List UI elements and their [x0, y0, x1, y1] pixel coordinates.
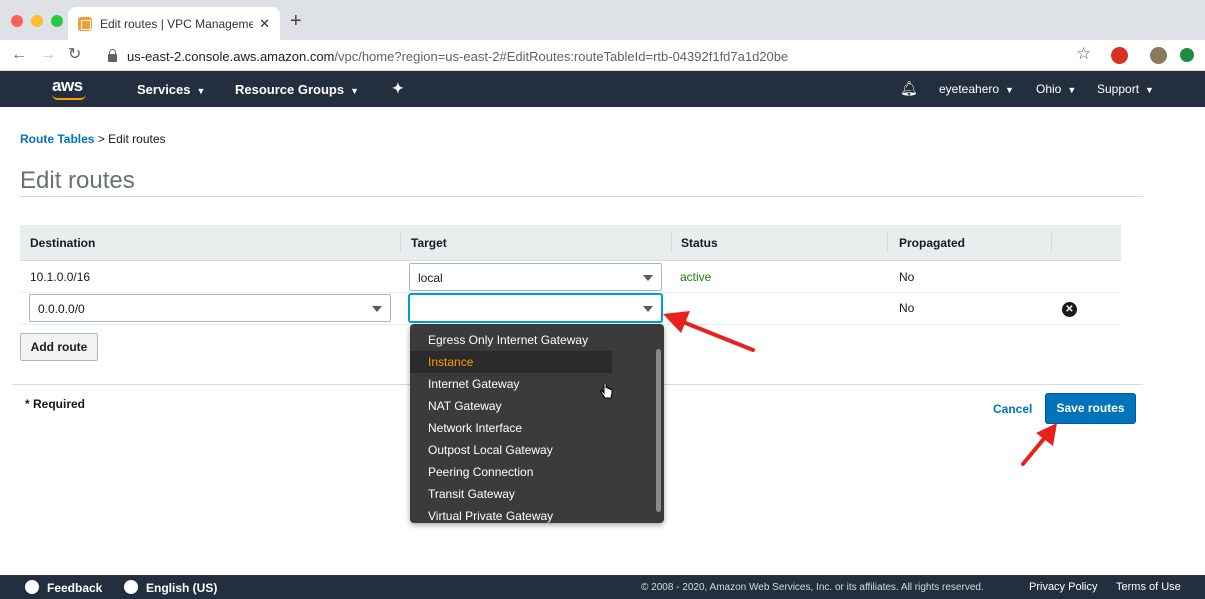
globe-icon [124, 580, 138, 594]
dropdown-option-virtual-private-gateway[interactable]: Virtual Private Gateway [410, 505, 612, 523]
column-divider [671, 233, 672, 253]
route-destination: 10.1.0.0/16 [30, 270, 91, 284]
aws-console-header: aws Services ▼ Resource Groups ▼ ✦ 🔔︎ eyet… [0, 71, 1205, 107]
profile-avatar-icon[interactable] [1150, 47, 1167, 64]
breadcrumb-separator: > [97, 132, 105, 146]
aws-logo-smile-icon [52, 94, 86, 100]
routes-table-header: Destination Target Status Propagated [20, 225, 1121, 261]
maximize-window-button[interactable] [51, 15, 63, 27]
feedback-link[interactable]: Feedback [25, 580, 102, 595]
services-menu[interactable]: Services ▼ [137, 82, 205, 97]
new-tab-button[interactable]: + [290, 11, 302, 31]
adblock-extension-icon[interactable] [1111, 47, 1128, 64]
column-header-propagated: Propagated [899, 236, 966, 250]
chevron-down-icon: ▼ [1005, 85, 1014, 95]
copyright-text: © 2008 - 2020, Amazon Web Services, Inc.… [641, 582, 984, 593]
account-menu[interactable]: eyeteahero ▼ [939, 82, 1014, 96]
forward-arrow-icon[interactable]: → [40, 45, 56, 65]
tab-close-icon[interactable]: ✕ [259, 16, 270, 32]
privacy-policy-link[interactable]: Privacy Policy [1029, 581, 1097, 593]
browser-tab-bar: Edit routes | VPC Management ✕ + [0, 0, 1205, 40]
lock-icon [108, 49, 117, 62]
browser-nav-bar: ← → ↻ us-east-2.console.aws.amazon.com/v… [0, 40, 1205, 71]
chevron-down-icon: ▼ [196, 86, 206, 96]
column-divider [1051, 233, 1052, 253]
dropdown-option-instance[interactable]: Instance [410, 351, 612, 373]
save-arrow-icon [1021, 423, 1057, 466]
dropdown-option-internet-gateway[interactable]: Internet Gateway [410, 373, 612, 395]
resource-groups-menu[interactable]: Resource Groups ▼ [235, 82, 359, 97]
destination-input[interactable]: 0.0.0.0/0 [29, 294, 391, 322]
address-bar[interactable]: us-east-2.console.aws.amazon.com/vpc/hom… [98, 43, 1108, 69]
target-select-value: local [418, 271, 443, 285]
dropdown-scrollbar[interactable] [656, 349, 661, 512]
title-divider [20, 196, 1143, 197]
region-menu[interactable]: Ohio ▼ [1036, 82, 1076, 96]
add-route-button[interactable]: Add route [20, 333, 98, 361]
status-badge: active [680, 270, 712, 284]
target-select[interactable] [409, 294, 662, 322]
browser-tab[interactable]: Edit routes | VPC Management ✕ [68, 7, 280, 40]
dropdown-option-outpost-local-gateway[interactable]: Outpost Local Gateway [410, 439, 612, 461]
chat-bubble-icon [25, 580, 39, 594]
minimize-window-button[interactable] [31, 15, 43, 27]
breadcrumb-route-tables-link[interactable]: Route Tables [20, 132, 94, 146]
chevron-down-icon: ▼ [1145, 85, 1154, 95]
column-header-status: Status [681, 236, 718, 250]
console-footer: Feedback English (US) © 2008 - 2020, Ama… [0, 575, 1205, 599]
bookmark-star-icon[interactable]: ☆ [1076, 44, 1091, 64]
chevron-down-icon: ▼ [1067, 85, 1077, 95]
chevron-down-icon: ▼ [350, 86, 360, 96]
reload-icon[interactable]: ↻ [68, 45, 81, 65]
route-propagated: No [899, 270, 915, 284]
target-dropdown-menu: Egress Only Internet Gateway Instance In… [410, 324, 664, 523]
breadcrumb: Route Tables > Edit routes [20, 132, 166, 146]
save-routes-button[interactable]: Save routes [1046, 394, 1135, 423]
page-title: Edit routes [20, 167, 135, 194]
column-divider [400, 233, 401, 253]
language-selector[interactable]: English (US) [124, 580, 217, 595]
tab-title: Edit routes | VPC Management [100, 16, 254, 31]
required-note: * Required [25, 397, 86, 411]
target-select[interactable]: local [409, 263, 662, 291]
notification-bell-icon[interactable]: 🔔︎ [900, 80, 918, 97]
column-header-destination: Destination [30, 236, 96, 250]
terms-of-use-link[interactable]: Terms of Use [1116, 581, 1181, 593]
caret-down-icon [643, 306, 653, 312]
route-propagated: No [899, 301, 915, 315]
dropdown-option-network-interface[interactable]: Network Interface [410, 417, 612, 439]
aws-logo[interactable]: aws [52, 76, 83, 96]
cancel-button[interactable]: Cancel [993, 402, 1032, 416]
pin-icon[interactable]: ✦ [392, 80, 404, 97]
dropdown-option-transit-gateway[interactable]: Transit Gateway [410, 483, 612, 505]
update-extension-icon[interactable] [1180, 48, 1194, 62]
remove-route-icon[interactable]: ✕ [1062, 302, 1077, 317]
hand-cursor-icon [600, 384, 613, 399]
caret-down-icon [643, 275, 653, 281]
dropdown-option-peering-connection[interactable]: Peering Connection [410, 461, 612, 483]
caret-down-icon [372, 306, 382, 312]
window-controls [11, 15, 63, 27]
aws-favicon-icon [78, 16, 92, 31]
dropdown-option-egress-only-internet-gateway[interactable]: Egress Only Internet Gateway [410, 329, 612, 351]
table-row: 10.1.0.0/16 local active No [20, 261, 1121, 293]
back-arrow-icon[interactable]: ← [11, 45, 27, 65]
dropdown-option-nat-gateway[interactable]: NAT Gateway [410, 395, 612, 417]
url-text: us-east-2.console.aws.amazon.com/vpc/hom… [127, 48, 789, 64]
column-header-target: Target [411, 236, 447, 250]
column-divider [887, 233, 888, 253]
breadcrumb-current: Edit routes [108, 132, 166, 146]
support-menu[interactable]: Support ▼ [1097, 82, 1154, 96]
close-window-button[interactable] [11, 15, 23, 27]
destination-input-value: 0.0.0.0/0 [38, 302, 85, 316]
table-row: 0.0.0.0/0 No [20, 293, 1121, 325]
